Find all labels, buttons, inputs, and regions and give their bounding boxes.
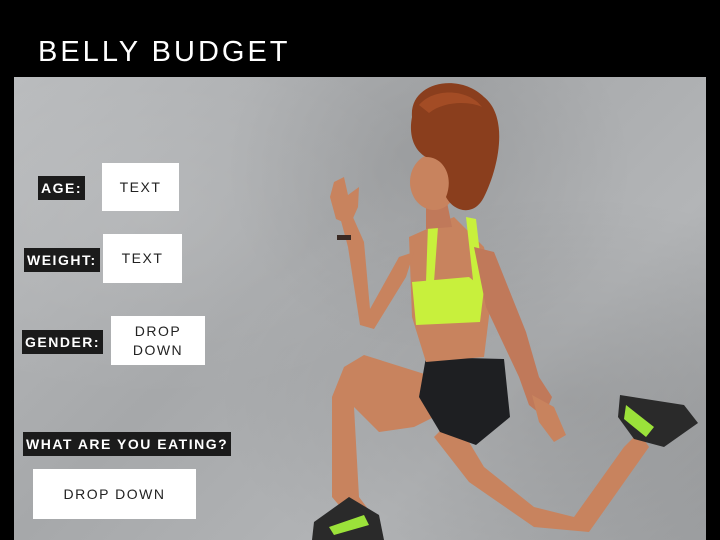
food-dropdown[interactable]: DROP DOWN (33, 469, 196, 519)
gender-dropdown-line1: DROP (134, 322, 182, 339)
weight-input-value: TEXT (121, 250, 164, 266)
gender-dropdown[interactable]: DROP DOWN (111, 316, 205, 365)
food-label: WHAT ARE YOU EATING? (23, 432, 232, 456)
weight-label: WEIGHT: (24, 248, 100, 272)
food-dropdown-value: DROP DOWN (63, 485, 166, 502)
weight-input[interactable]: TEXT (103, 234, 182, 283)
gender-dropdown-line2: DOWN (132, 341, 184, 358)
gender-label: GENDER: (22, 330, 104, 354)
hero-background: AGE: TEXT WEIGHT: TEXT GENDER: DROP DOWN… (14, 77, 706, 540)
age-input[interactable]: TEXT (102, 163, 179, 211)
age-input-value: TEXT (119, 178, 162, 195)
app-title: BELLY BUDGET (38, 36, 291, 68)
age-label: AGE: (38, 176, 85, 200)
